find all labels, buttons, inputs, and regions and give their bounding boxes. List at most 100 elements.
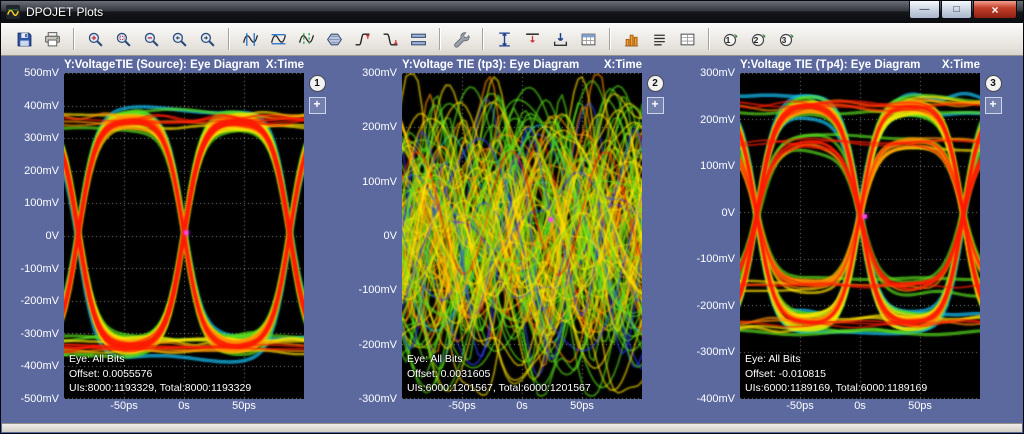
x-axis: -50ps 0s 50ps [64,399,304,415]
y-axis-label: 300mV [24,132,59,144]
y-axis-label: -300mV [358,393,397,405]
y-axis-label: -500mV [20,393,59,405]
y-axis-label: -400mV [20,360,59,372]
overlay-eye-label: Eye: All Bits [407,352,591,366]
toolbar-group [10,27,66,51]
x-axis-label: 50ps [232,400,256,412]
y-axis-label: 0V [722,207,735,219]
eye-diagram-canvas[interactable] [64,73,304,399]
overlay-uis-label: UIs:8000:1193329, Total:8000:1193329 [69,381,251,395]
plot-body: 300mV200mV100mV0V-100mV-200mV-300mV-400m… [694,73,1006,399]
y-axis-label: -200mV [20,295,59,307]
plot-y-title: Y:VoltageTIE (Source): Eye Diagram [64,59,260,71]
x-axis-label: 0s [178,400,190,412]
plot1-refresh-button[interactable]: 1 [717,27,743,51]
y-axis: 300mV200mV100mV0V-100mV-200mV-300mV-400m… [694,73,740,399]
toolbar-group [236,27,432,51]
band-button[interactable] [405,27,431,51]
rise-edge-button[interactable] [349,27,375,51]
overlay-uis-label: UIs:6000:1201567, Total:6000:1201567 [407,381,591,395]
x-axis-label: -50ps [110,400,138,412]
window-bottom-edge[interactable] [2,423,1022,432]
y-axis-label: -100mV [696,253,735,265]
y-axis-label: -400mV [696,393,735,405]
overlay-offset-label: Offset: 0.0055576 [69,367,251,381]
save-button[interactable] [11,27,37,51]
x-axis-label: 0s [516,400,528,412]
x-axis-label: 50ps [570,400,594,412]
plot-y-title: Y:Voltage TIE (tp3): Eye Diagram [402,59,579,71]
eye-diagram-plot: Eye: All Bits Offset: 0.0031605 UIs:6000… [402,73,642,399]
badge-column: 1 + [304,73,330,399]
horizontal-cursors-button[interactable] [265,27,291,51]
y-axis-label: 0V [384,230,397,242]
zoom-out-button[interactable] [138,27,164,51]
plot-x-title: X:Time [604,59,642,71]
plot-x-title: X:Time [942,59,980,71]
zoom-in-button[interactable] [82,27,108,51]
y-axis-label: 300mV [700,67,735,79]
zoom-next-button[interactable] [194,27,220,51]
plot-body: 300mV200mV100mV0V-100mV-200mV-300mV Eye:… [356,73,668,399]
y-axis: 500mV400mV300mV200mV100mV0V-100mV-200mV-… [18,73,64,399]
eye-diagram-canvas[interactable] [740,73,980,399]
dpojet-plots-window: DPOJET Plots — □ × 123 Y:VoltageTIE (Sou… [0,0,1024,434]
toolbar-separator [708,28,709,50]
export-data-button[interactable] [547,27,573,51]
overlay-eye-label: Eye: All Bits [745,352,927,366]
vertical-cursors-button[interactable] [237,27,263,51]
add-plot-button[interactable]: + [985,97,1002,114]
plot-header: Y:VoltageTIE (Source): Eye Diagram X:Tim… [18,58,330,73]
x-axis: -50ps 0s 50ps [402,399,642,415]
fall-edge-button[interactable] [377,27,403,51]
x-axis-label: 50ps [908,400,932,412]
toolbar-separator [482,28,483,50]
maximize-button[interactable]: □ [941,1,972,19]
plot-panel: Y:Voltage TIE (Tp4): Eye Diagram X:Time … [694,58,1006,424]
eye-diagram-plot: Eye: All Bits Offset: 0.0055576 UIs:8000… [64,73,304,399]
y-axis-label: 200mV [24,165,59,177]
add-plot-button[interactable]: + [309,97,326,114]
zoom-prev-button[interactable] [166,27,192,51]
plot-overlay-text: Eye: All Bits Offset: -0.010815 UIs:6000… [745,352,927,395]
waveform-cursors-button[interactable] [293,27,319,51]
badge-column: 2 + [642,73,668,399]
plot3-refresh-button[interactable]: 3 [773,27,799,51]
toolbar-separator [609,28,610,50]
minimize-button[interactable]: — [909,1,940,19]
titlebar[interactable]: DPOJET Plots — □ × [1,1,1023,23]
add-plot-button[interactable]: + [647,97,664,114]
toolbar-separator [73,28,74,50]
close-button[interactable]: × [973,1,1017,19]
plot-number-badge: 2 [647,75,664,92]
overlay-offset-label: Offset: -0.010815 [745,367,927,381]
toolbar-group [490,27,602,51]
plot2-refresh-button[interactable]: 2 [745,27,771,51]
plot-header: Y:Voltage TIE (tp3): Eye Diagram X:Time [356,58,668,73]
eye-diagram-canvas[interactable] [402,73,642,399]
data-grid-button[interactable] [575,27,601,51]
x-axis-label: -50ps [448,400,476,412]
plot-body: 500mV400mV300mV200mV100mV0V-100mV-200mV-… [18,73,330,399]
y-axis-label: 0V [46,230,59,242]
plot-x-title: X:Time [266,59,304,71]
cursor-to-top-button[interactable] [519,27,545,51]
autoscale-vertical-button[interactable] [491,27,517,51]
x-axis-label: 0s [854,400,866,412]
summary-view-button[interactable] [646,27,672,51]
plot-panel: Y:VoltageTIE (Source): Eye Diagram X:Tim… [18,58,330,424]
plots-area: Y:VoltageTIE (Source): Eye Diagram X:Tim… [2,56,1022,424]
toolbar-separator [228,28,229,50]
y-axis-label: 500mV [24,67,59,79]
histogram-view-button[interactable] [618,27,644,51]
y-axis-label: -100mV [358,284,397,296]
table-view-button[interactable] [674,27,700,51]
mask-button[interactable] [321,27,347,51]
y-axis-label: 200mV [700,114,735,126]
print-button[interactable] [39,27,65,51]
overlay-offset-label: Offset: 0.0031605 [407,367,591,381]
x-axis: -50ps0s50ps [740,399,980,415]
plot-overlay-text: Eye: All Bits Offset: 0.0031605 UIs:6000… [407,352,591,395]
zoom-box-button[interactable] [110,27,136,51]
configure-button[interactable] [448,27,474,51]
